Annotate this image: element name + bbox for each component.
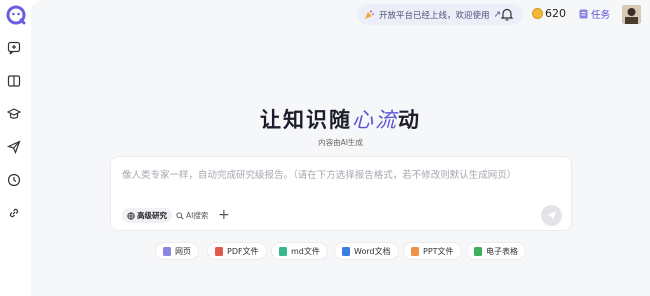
add-attachment-icon[interactable]: + xyxy=(218,207,230,223)
send-icon xyxy=(547,211,556,220)
sidebar-item-history[interactable] xyxy=(3,169,25,191)
sidebar-item-learn[interactable] xyxy=(3,103,25,125)
link-icon xyxy=(9,208,19,218)
format-label: md文件 xyxy=(291,246,320,256)
sidebar-item-links[interactable] xyxy=(3,202,25,224)
format-label: 网页 xyxy=(175,246,191,256)
sidebar-item-new-chat[interactable] xyxy=(3,37,25,59)
format-spreadsheet[interactable]: 电子表格 xyxy=(466,242,526,260)
sidebar-item-library[interactable] xyxy=(3,70,25,92)
party-popper-icon xyxy=(365,10,374,19)
globe-icon xyxy=(127,211,135,220)
prompt-input[interactable]: 像人类专家一样，自动完成研究级报告。（请在下方选择报告格式，若不修改则默认生成网… xyxy=(122,167,516,181)
format-webpage[interactable]: 网页 xyxy=(155,242,199,260)
composer: 像人类专家一样，自动完成研究级报告。（请在下方选择报告格式，若不修改则默认生成网… xyxy=(110,156,572,231)
format-ppt[interactable]: PPT文件 xyxy=(403,242,462,260)
title-prefix: 让知识随 xyxy=(260,108,352,132)
page-title: 让知识随心流动 xyxy=(31,104,650,134)
pdf-icon xyxy=(215,246,223,256)
mode-ai-search[interactable]: AI搜索 xyxy=(171,208,213,223)
coin-icon xyxy=(532,8,543,19)
user-avatar-image xyxy=(622,5,641,24)
format-pdf[interactable]: PDF文件 xyxy=(207,242,267,260)
mode-advanced-research[interactable]: 高级研究 xyxy=(122,208,172,223)
task-label: 任务 xyxy=(591,10,611,21)
word-icon xyxy=(342,246,350,256)
robot-logo[interactable] xyxy=(5,4,27,26)
announcement-text: 开放平台已经上线，欢迎使用 xyxy=(379,10,490,21)
mode-ai-search-label: AI搜索 xyxy=(186,211,209,220)
format-label: Word文档 xyxy=(354,246,391,256)
format-word[interactable]: Word文档 xyxy=(334,242,399,260)
graduation-cap-icon xyxy=(7,108,21,119)
robot-logo-icon xyxy=(6,5,25,25)
spreadsheet-icon xyxy=(474,246,482,256)
search-icon xyxy=(176,211,184,220)
format-md[interactable]: md文件 xyxy=(271,242,328,260)
format-label: PDF文件 xyxy=(227,246,259,256)
avatar[interactable] xyxy=(622,5,641,24)
md-icon xyxy=(279,246,287,256)
bell-icon[interactable] xyxy=(500,7,514,21)
title-accent: 心流 xyxy=(352,108,398,132)
announcement-banner[interactable]: 开放平台已经上线，欢迎使用 ↗ xyxy=(357,4,523,25)
format-label: PPT文件 xyxy=(423,246,454,256)
coin-count[interactable]: 620 xyxy=(545,7,566,20)
task-icon xyxy=(579,9,588,19)
format-label: 电子表格 xyxy=(486,246,518,256)
task-button[interactable]: 任务 xyxy=(579,7,610,21)
send-button[interactable] xyxy=(541,205,562,226)
title-suffix: 动 xyxy=(398,108,421,132)
clock-icon xyxy=(7,173,21,187)
paper-plane-icon xyxy=(7,140,21,154)
webpage-icon xyxy=(163,246,171,256)
ppt-icon xyxy=(411,246,419,256)
main-area: 开放平台已经上线，欢迎使用 ↗ 620 任务 让知识随心流动 内容由AI生成 像… xyxy=(31,0,650,296)
chat-plus-icon xyxy=(7,41,21,55)
book-icon xyxy=(7,75,21,87)
page-subtitle: 内容由AI生成 xyxy=(318,138,363,147)
mode-advanced-label: 高级研究 xyxy=(137,211,167,220)
sidebar-item-send[interactable] xyxy=(3,136,25,158)
